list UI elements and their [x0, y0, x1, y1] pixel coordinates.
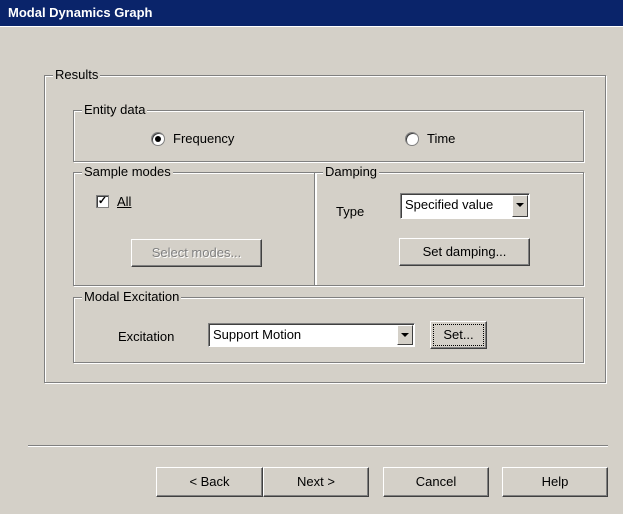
radio-dot-icon: [155, 136, 161, 142]
damping-type-label: Type: [336, 204, 365, 219]
chevron-down-icon[interactable]: [397, 325, 413, 345]
select-modes-button[interactable]: Select modes...: [131, 239, 262, 267]
cancel-button[interactable]: Cancel: [383, 467, 489, 497]
damping-legend: Damping: [323, 164, 380, 179]
entity-data-legend: Entity data: [82, 102, 148, 117]
frequency-radio[interactable]: [151, 132, 165, 146]
time-label[interactable]: Time: [427, 131, 455, 146]
frequency-label[interactable]: Frequency: [173, 131, 234, 146]
entity-data-group: Entity data: [73, 102, 584, 162]
excitation-value: Support Motion: [213, 327, 302, 342]
next-label: Next >: [297, 474, 335, 489]
select-modes-label: Select modes...: [151, 245, 242, 260]
all-label[interactable]: All: [117, 194, 131, 209]
footer-separator: [28, 445, 608, 447]
set-damping-button[interactable]: Set damping...: [399, 238, 530, 266]
excitation-select[interactable]: Support Motion: [208, 323, 415, 347]
help-label: Help: [541, 474, 569, 489]
next-button[interactable]: Next >: [263, 467, 369, 497]
chevron-down-icon[interactable]: [512, 195, 528, 217]
window-title: Modal Dynamics Graph: [8, 5, 153, 20]
modal-excitation-legend: Modal Excitation: [82, 289, 182, 304]
damping-type-value: Specified value: [405, 197, 494, 212]
back-label: < Back: [189, 474, 230, 489]
all-label-text: All: [117, 194, 132, 209]
back-button[interactable]: < Back: [156, 467, 263, 497]
results-legend: Results: [53, 67, 101, 82]
checkmark-icon: ✓: [97, 195, 108, 207]
title-bar: Modal Dynamics Graph: [0, 0, 623, 27]
damping-type-select[interactable]: Specified value: [400, 193, 530, 219]
damping-group: Damping: [314, 164, 584, 286]
time-radio[interactable]: [405, 132, 419, 146]
excitation-set-button[interactable]: Set...: [430, 321, 487, 349]
excitation-label: Excitation: [118, 329, 175, 344]
all-checkbox[interactable]: ✓: [96, 195, 109, 208]
help-button[interactable]: Help: [502, 467, 608, 497]
excitation-set-label: Set...: [443, 327, 474, 342]
cancel-label: Cancel: [415, 474, 457, 489]
sample-modes-legend: Sample modes: [82, 164, 173, 179]
sample-modes-group: Sample modes: [73, 164, 316, 286]
set-damping-label: Set damping...: [422, 244, 507, 259]
